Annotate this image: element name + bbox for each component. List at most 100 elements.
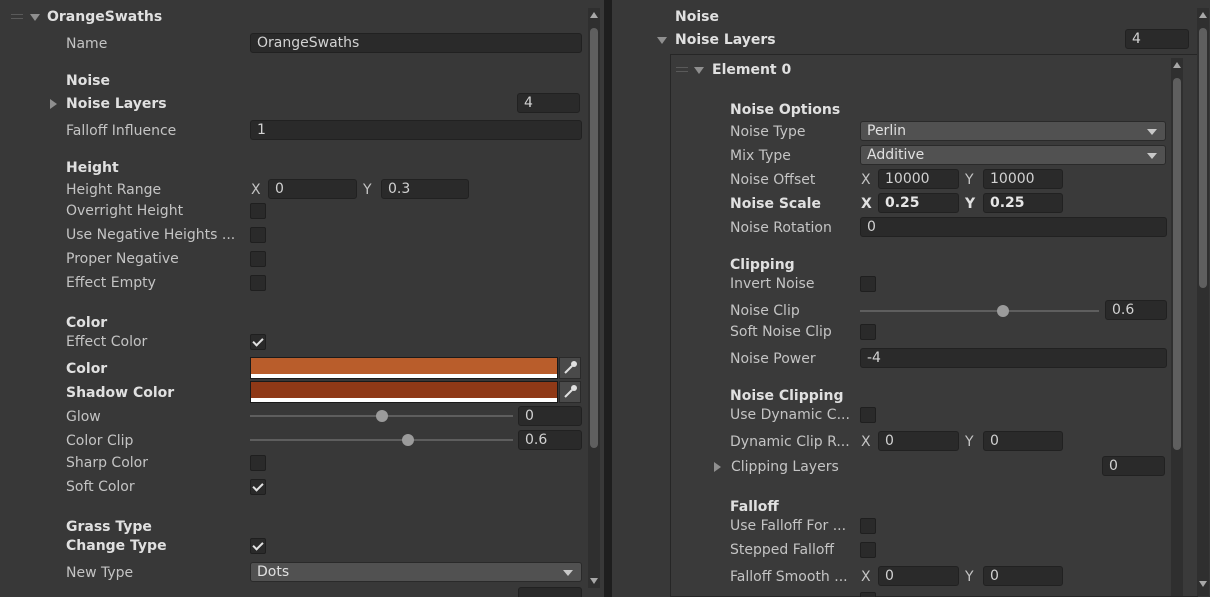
soft-color-checkbox[interactable] (250, 479, 266, 495)
shadow-color-swatch[interactable] (250, 381, 558, 403)
foldout-collapsed-icon[interactable] (50, 99, 57, 109)
height-range-x-field[interactable]: 0 (268, 179, 357, 199)
height-range-y-label: Y (363, 182, 372, 198)
noise-power-field[interactable]: -4 (860, 348, 1167, 368)
noise-section-header: Noise (66, 73, 110, 89)
grass-type-section-header: Grass Type (66, 519, 152, 535)
scrollbar-thumb[interactable] (590, 28, 598, 448)
noise-power-label: Noise Power (730, 351, 816, 367)
eyedropper-icon[interactable] (559, 357, 581, 379)
color-swatch[interactable] (250, 357, 558, 379)
noise-scale-x-field[interactable]: 0.25 (878, 193, 959, 213)
noise-type-dropdown[interactable]: Perlin (860, 121, 1166, 141)
falloff-smooth-y-field[interactable]: 0 (983, 566, 1063, 586)
falloff-smooth-x-field[interactable]: 0 (878, 566, 959, 586)
noise-layers-label[interactable]: Noise Layers (66, 95, 167, 113)
partial-checkbox[interactable] (860, 592, 876, 597)
falloff-smooth-y-label: Y (965, 569, 974, 585)
noise-rotation-field[interactable]: 0 (860, 217, 1167, 237)
color-clip-field[interactable]: 0.6 (518, 430, 582, 450)
name-field[interactable]: OrangeSwaths (250, 33, 582, 53)
color-clip-slider-thumb[interactable] (401, 434, 414, 446)
glow-field[interactable]: 0 (518, 406, 582, 426)
falloff-smooth-label: Falloff Smooth ... (730, 569, 848, 585)
noise-offset-y-field[interactable]: 10000 (983, 169, 1063, 189)
noise-scale-y-field[interactable]: 0.25 (983, 193, 1063, 213)
clipping-layers-label[interactable]: Clipping Layers (731, 458, 839, 476)
foldout-expanded-icon[interactable] (694, 67, 704, 74)
sharp-color-checkbox[interactable] (250, 455, 266, 471)
partial-field[interactable] (518, 587, 582, 597)
color-clip-slider-track[interactable] (250, 439, 513, 441)
overright-height-checkbox[interactable] (250, 203, 266, 219)
drag-handle-icon[interactable] (676, 67, 688, 72)
foldout-expanded-icon[interactable] (657, 37, 667, 44)
noise-layers-count-field[interactable]: 4 (1125, 29, 1189, 49)
noise-type-value: Perlin (867, 123, 906, 139)
element-0-header[interactable]: Element 0 (712, 61, 791, 79)
noise-offset-x-field[interactable]: 10000 (878, 169, 959, 189)
noise-clip-field[interactable]: 0.6 (1105, 300, 1167, 320)
height-section-header: Height (66, 160, 119, 176)
change-type-checkbox[interactable] (250, 538, 266, 554)
use-dynamic-label: Use Dynamic C... (730, 407, 850, 423)
dynamic-clip-y-label: Y (965, 434, 974, 450)
foldout-expanded-icon[interactable] (30, 14, 40, 21)
effect-empty-checkbox[interactable] (250, 275, 266, 291)
noise-offset-y-label: Y (965, 172, 974, 188)
element-scrollbar[interactable] (1171, 58, 1183, 596)
noise-offset-label: Noise Offset (730, 172, 816, 188)
noise-type-label: Noise Type (730, 124, 806, 140)
soft-noise-clip-label: Soft Noise Clip (730, 324, 832, 340)
scrollbar-thumb[interactable] (1173, 78, 1181, 450)
scroll-down-icon[interactable] (590, 578, 598, 584)
use-falloff-checkbox[interactable] (860, 518, 876, 534)
height-range-y-field[interactable]: 0.3 (381, 179, 469, 199)
soft-noise-clip-checkbox[interactable] (860, 324, 876, 340)
stepped-falloff-checkbox[interactable] (860, 542, 876, 558)
noise-clip-slider-track[interactable] (860, 310, 1099, 312)
eyedropper-icon[interactable] (559, 381, 581, 403)
new-type-dropdown[interactable]: Dots (250, 562, 582, 582)
mix-type-label: Mix Type (730, 148, 791, 164)
clipping-header: Clipping (730, 257, 795, 273)
drag-handle-icon[interactable] (11, 14, 23, 19)
glow-slider-thumb[interactable] (375, 410, 388, 422)
falloff-header: Falloff (730, 499, 779, 515)
use-dynamic-checkbox[interactable] (860, 407, 876, 423)
falloff-influence-field[interactable]: 1 (250, 120, 582, 140)
foldout-collapsed-icon[interactable] (714, 462, 721, 472)
element-header[interactable]: OrangeSwaths (47, 8, 162, 26)
dynamic-clip-label: Dynamic Clip R... (730, 434, 850, 450)
effect-empty-label: Effect Empty (66, 275, 156, 291)
color-swatch-fill (251, 358, 557, 374)
proper-negative-checkbox[interactable] (250, 251, 266, 267)
scroll-up-icon[interactable] (590, 12, 598, 18)
height-range-x-label: X (251, 182, 261, 198)
shadow-color-label: Shadow Color (66, 385, 175, 401)
dynamic-clip-y-field[interactable]: 0 (983, 431, 1063, 451)
noise-scale-label: Noise Scale (730, 196, 821, 212)
clipping-layers-count-field[interactable]: 0 (1102, 456, 1165, 476)
new-type-label: New Type (66, 565, 134, 581)
effect-color-checkbox[interactable] (250, 334, 266, 350)
invert-noise-checkbox[interactable] (860, 276, 876, 292)
height-range-label: Height Range (66, 182, 162, 198)
left-scrollbar[interactable] (588, 8, 600, 588)
invert-noise-label: Invert Noise (730, 276, 815, 292)
use-falloff-label: Use Falloff For ... (730, 518, 847, 534)
scroll-up-icon[interactable] (1199, 12, 1207, 18)
right-scrollbar[interactable] (1197, 8, 1209, 596)
mix-type-dropdown[interactable]: Additive (860, 145, 1166, 165)
scroll-up-icon[interactable] (1173, 62, 1181, 68)
dynamic-clip-x-field[interactable]: 0 (878, 431, 959, 451)
left-inspector-panel: OrangeSwaths Name OrangeSwaths Noise Noi… (0, 0, 604, 597)
noise-layers-count-field[interactable]: 4 (517, 93, 580, 113)
right-inspector-panel: Noise Noise Layers 4 Element 0 Noise Opt… (612, 0, 1210, 597)
falloff-influence-label: Falloff Influence (66, 123, 177, 139)
use-negative-heights-checkbox[interactable] (250, 227, 266, 243)
noise-layers-label[interactable]: Noise Layers (675, 31, 776, 49)
scrollbar-thumb[interactable] (1199, 28, 1207, 288)
scroll-down-icon[interactable] (1199, 581, 1207, 587)
proper-negative-label: Proper Negative (66, 251, 179, 267)
